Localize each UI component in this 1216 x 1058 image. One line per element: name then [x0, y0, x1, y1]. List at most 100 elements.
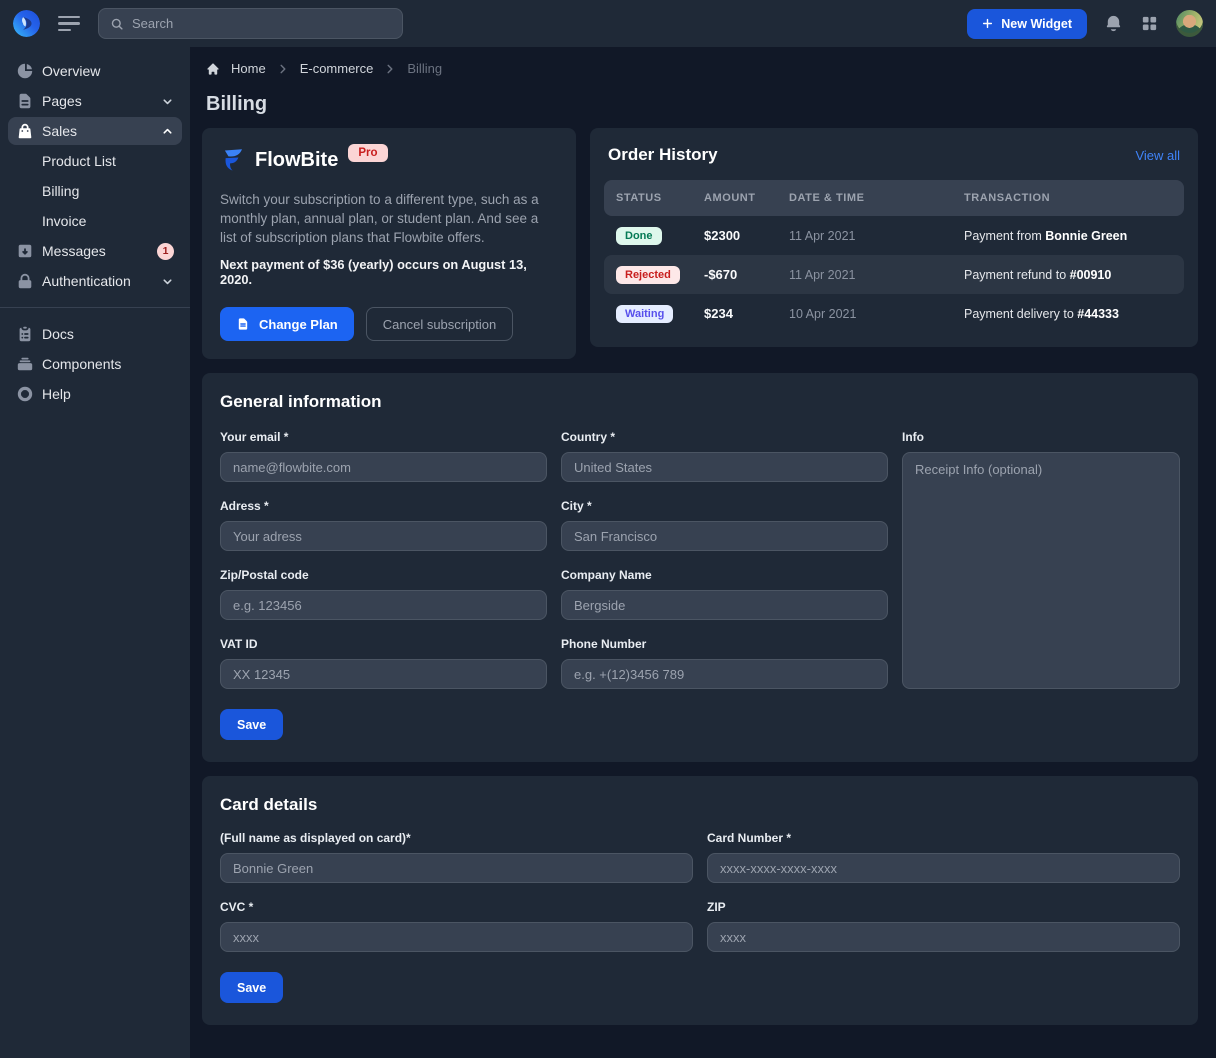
life-buoy-icon	[16, 385, 34, 403]
breadcrumb-ecommerce[interactable]: E-commerce	[300, 61, 374, 76]
sidebar-item-label: Product List	[42, 153, 116, 169]
phone-input[interactable]	[561, 659, 888, 689]
zip-card-label: ZIP	[707, 900, 1180, 914]
full-name-input[interactable]	[220, 853, 693, 883]
address-field: Adress *	[220, 499, 547, 551]
next-payment-note: Next payment of $36 (yearly) occurs on A…	[220, 257, 558, 287]
sidebar-item-invoice[interactable]: Invoice	[8, 207, 182, 235]
chevron-up-icon	[161, 125, 174, 138]
table-header-row: Status Amount Date & Time Transaction	[604, 180, 1184, 216]
app-logo-icon[interactable]	[13, 10, 40, 37]
status-badge: Done	[616, 227, 662, 245]
info-label: Info	[902, 430, 1180, 444]
sidebar-item-label: Sales	[42, 123, 77, 139]
city-input[interactable]	[561, 521, 888, 551]
home-icon	[206, 62, 220, 76]
view-all-link[interactable]: View all	[1135, 148, 1180, 163]
phone-field: Phone Number	[561, 637, 888, 689]
sidebar-item-docs[interactable]: Docs	[8, 320, 182, 348]
sidebar-item-product-list[interactable]: Product List	[8, 147, 182, 175]
cvc-label: CVC *	[220, 900, 693, 914]
table-row[interactable]: Waiting $234 10 Apr 2021 Payment deliver…	[604, 294, 1184, 333]
table-row[interactable]: Done $2300 11 Apr 2021 Payment from Bonn…	[604, 216, 1184, 255]
date-cell: 11 Apr 2021	[789, 268, 964, 282]
general-info-save-button[interactable]: Save	[220, 709, 283, 740]
sidebar-toggle-button[interactable]	[58, 16, 80, 32]
sidebar-divider	[0, 307, 190, 308]
top-navbar: New Widget	[0, 0, 1216, 47]
new-widget-button[interactable]: New Widget	[967, 9, 1087, 39]
status-badge: Rejected	[616, 266, 680, 284]
column-header-amount: Amount	[704, 192, 789, 204]
sidebar-item-help[interactable]: Help	[8, 380, 182, 408]
zip-input[interactable]	[220, 590, 547, 620]
breadcrumb-home[interactable]: Home	[231, 61, 266, 76]
vat-label: VAT ID	[220, 637, 547, 651]
sidebar-item-label: Components	[42, 356, 121, 372]
zip-card-input[interactable]	[707, 922, 1180, 952]
breadcrumb: Home E-commerce Billing	[202, 61, 1198, 76]
brand-name: FlowBite	[255, 149, 338, 172]
receipt-info-textarea[interactable]	[902, 452, 1180, 689]
page-title: Billing	[206, 93, 1198, 116]
info-field: Info	[902, 430, 1180, 689]
cvc-input[interactable]	[220, 922, 693, 952]
main-content: Home E-commerce Billing Billing FlowBite…	[190, 47, 1216, 1058]
sidebar-item-overview[interactable]: Overview	[8, 57, 182, 85]
change-plan-button[interactable]: Change Plan	[220, 307, 354, 341]
plus-icon	[982, 18, 993, 29]
document-text-icon	[236, 317, 250, 331]
sidebar-item-label: Billing	[42, 183, 79, 199]
search-input[interactable]	[132, 16, 391, 31]
order-history-table: Status Amount Date & Time Transaction Do…	[604, 180, 1184, 333]
amount-cell: $234	[704, 306, 789, 321]
zip-card-field: ZIP	[707, 900, 1180, 952]
sidebar-item-components[interactable]: Components	[8, 350, 182, 378]
general-information-title: General information	[220, 392, 1180, 412]
collection-icon	[16, 355, 34, 373]
sidebar-item-billing[interactable]: Billing	[8, 177, 182, 205]
vat-input[interactable]	[220, 659, 547, 689]
sidebar-item-label: Help	[42, 386, 71, 402]
cancel-subscription-button[interactable]: Cancel subscription	[366, 307, 513, 341]
card-details-save-button[interactable]: Save	[220, 972, 283, 1003]
sidebar-item-label: Docs	[42, 326, 74, 342]
column-header-transaction: Transaction	[964, 192, 1172, 204]
sidebar-item-pages[interactable]: Pages	[8, 87, 182, 115]
country-input[interactable]	[561, 452, 888, 482]
chevron-down-icon	[161, 95, 174, 108]
company-input[interactable]	[561, 590, 888, 620]
email-input[interactable]	[220, 452, 547, 482]
sidebar-item-authentication[interactable]: Authentication	[8, 267, 182, 295]
transaction-cell: Payment refund to #00910	[964, 268, 1172, 282]
email-field: Your email *	[220, 430, 547, 482]
date-cell: 10 Apr 2021	[789, 307, 964, 321]
table-row[interactable]: Rejected -$670 11 Apr 2021 Payment refun…	[604, 255, 1184, 294]
email-label: Your email *	[220, 430, 547, 444]
sidebar-item-sales[interactable]: Sales	[8, 117, 182, 145]
transaction-cell: Payment from Bonnie Green	[964, 229, 1172, 243]
user-avatar[interactable]	[1176, 10, 1203, 37]
apps-menu-button[interactable]	[1140, 14, 1159, 33]
phone-label: Phone Number	[561, 637, 888, 651]
search-input-wrapper	[98, 8, 403, 39]
search-icon	[110, 17, 124, 31]
subscription-description: Switch your subscription to a different …	[220, 190, 558, 247]
sidebar-item-messages[interactable]: Messages 1	[8, 237, 182, 265]
inbox-icon	[16, 242, 34, 260]
new-widget-label: New Widget	[1001, 17, 1072, 31]
order-history-card: Order History View all Status Amount Dat…	[590, 128, 1198, 347]
full-name-field: (Full name as displayed on card)*	[220, 831, 693, 883]
messages-count-badge: 1	[157, 243, 174, 260]
sidebar: Overview Pages Sales Product List Billin…	[0, 47, 190, 1058]
zip-label: Zip/Postal code	[220, 568, 547, 582]
notifications-button[interactable]	[1104, 14, 1123, 33]
sidebar-item-label: Overview	[42, 63, 100, 79]
column-header-date: Date & Time	[789, 192, 964, 204]
address-input[interactable]	[220, 521, 547, 551]
clipboard-icon	[16, 325, 34, 343]
city-label: City *	[561, 499, 888, 513]
card-number-field: Card Number *	[707, 831, 1180, 883]
document-icon	[16, 92, 34, 110]
card-number-input[interactable]	[707, 853, 1180, 883]
